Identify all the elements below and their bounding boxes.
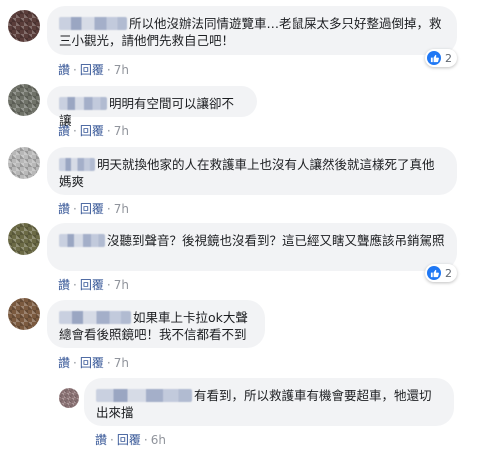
reply-link[interactable]: 回覆 [80, 202, 104, 216]
separator: · [73, 124, 77, 138]
separator: · [73, 202, 77, 216]
avatar[interactable] [8, 298, 40, 330]
commenter-name[interactable] [59, 17, 127, 30]
avatar[interactable] [8, 10, 40, 42]
comment-bubble: 沒聽到聲音？後視鏡也沒看到？這已經又瞎又聾應該吊銷駕照 [47, 223, 457, 271]
reply-link[interactable]: 回覆 [80, 356, 104, 370]
timestamp[interactable]: 7h [114, 124, 129, 138]
reply-link[interactable]: 回覆 [80, 63, 104, 77]
avatar[interactable] [8, 223, 40, 255]
avatar[interactable] [59, 388, 79, 408]
separator: · [106, 124, 111, 138]
commenter-name[interactable] [96, 389, 192, 402]
like-icon [427, 266, 441, 280]
timestamp[interactable]: 6h [151, 433, 166, 447]
comment-bubble: 明明有空間可以讓卻不讓 [47, 86, 257, 128]
commenter-name[interactable] [59, 97, 107, 110]
reaction-badge[interactable]: 2 [425, 264, 457, 282]
like-link[interactable]: 讚 [58, 124, 70, 138]
reply-link[interactable]: 回覆 [80, 278, 104, 292]
reaction-count: 2 [445, 51, 452, 65]
like-link[interactable]: 讚 [58, 278, 70, 292]
separator: · [106, 202, 111, 216]
separator: · [110, 433, 114, 447]
comment-text: 明天就換他家的人在救護車上也沒有人讓然後就這樣死了真他媽爽 [59, 157, 435, 189]
timestamp[interactable]: 7h [114, 63, 129, 77]
commenter-name[interactable] [59, 311, 131, 324]
comment-bubble: 所以他沒辦法同情遊覽車…老鼠屎太多只好整過倒掉，救三小觀光，請他們先救自己吧！ [47, 6, 457, 55]
separator: · [106, 278, 111, 292]
comment-actions: 讚 · 回覆 · 7h [58, 276, 129, 293]
timestamp[interactable]: 7h [114, 278, 129, 292]
comment-actions: 讚 · 回覆 · 7h [58, 122, 129, 139]
comment-bubble: 明天就換他家的人在救護車上也沒有人讓然後就這樣死了真他媽爽 [47, 147, 457, 195]
comment-text: 沒聽到聲音？後視鏡也沒看到？這已經又瞎又聾應該吊銷駕照 [107, 233, 445, 248]
separator: · [106, 356, 111, 370]
comment-actions: 讚 · 回覆 · 7h [58, 354, 129, 371]
like-icon [427, 51, 441, 65]
like-link[interactable]: 讚 [58, 63, 70, 77]
commenter-name[interactable] [59, 234, 105, 247]
reply-link[interactable]: 回覆 [117, 433, 141, 447]
reaction-badge[interactable]: 2 [425, 49, 457, 67]
like-link[interactable]: 讚 [58, 356, 70, 370]
separator: · [106, 63, 111, 77]
reply-link[interactable]: 回覆 [80, 124, 104, 138]
separator: · [143, 433, 148, 447]
separator: · [73, 63, 77, 77]
timestamp[interactable]: 7h [114, 202, 129, 216]
comment-actions: 讚 · 回覆 · 7h [58, 200, 129, 217]
like-link[interactable]: 讚 [58, 202, 70, 216]
separator: · [73, 278, 77, 292]
comment-bubble: 如果車上卡拉ok大聲總會看後照鏡吧！我不信都看不到 [47, 300, 265, 348]
comment-actions: 讚 · 回覆 · 7h [58, 61, 129, 78]
avatar[interactable] [8, 84, 40, 116]
timestamp[interactable]: 7h [114, 356, 129, 370]
avatar[interactable] [8, 147, 40, 179]
comment-bubble: 有看到，所以救護車有機會要超車，牠還切出來擋 [84, 378, 454, 426]
comment-actions: 讚 · 回覆 · 6h [95, 431, 166, 448]
separator: · [73, 356, 77, 370]
commenter-name[interactable] [59, 158, 95, 171]
reaction-count: 2 [445, 266, 452, 280]
like-link[interactable]: 讚 [95, 433, 107, 447]
